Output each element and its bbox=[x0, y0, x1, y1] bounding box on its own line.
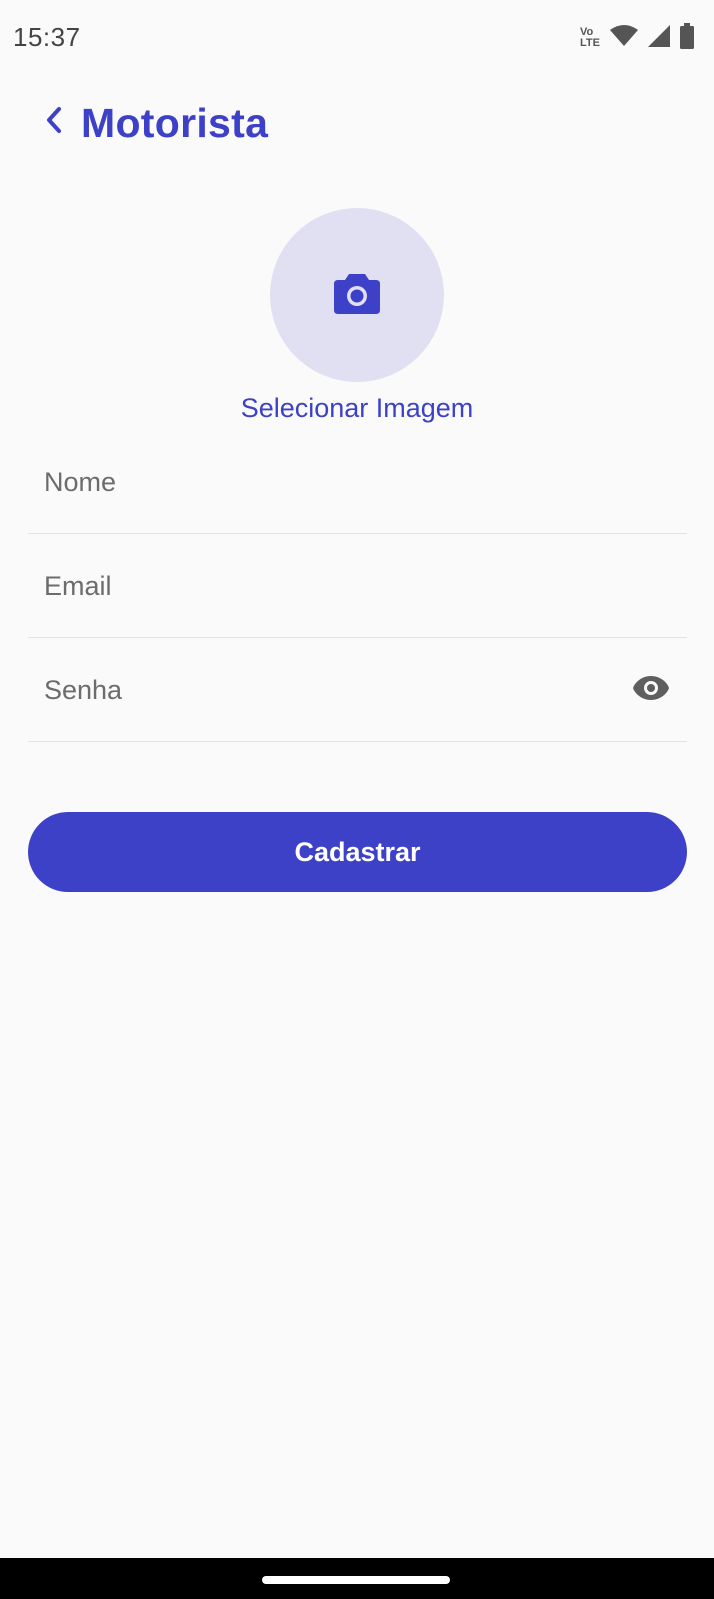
name-input[interactable] bbox=[44, 460, 604, 504]
back-button[interactable] bbox=[36, 104, 72, 140]
wifi-icon bbox=[610, 24, 638, 52]
email-input[interactable] bbox=[44, 564, 604, 608]
signal-icon bbox=[648, 24, 670, 52]
app-header: Motorista bbox=[0, 96, 714, 156]
eye-icon bbox=[632, 675, 670, 706]
avatar-picker[interactable] bbox=[270, 208, 444, 382]
status-bar: 15:37 Vo LTE bbox=[0, 0, 714, 76]
status-icons: Vo LTE bbox=[580, 22, 694, 54]
page-title: Motorista bbox=[81, 100, 269, 146]
password-visibility-toggle[interactable] bbox=[631, 672, 671, 708]
chevron-left-icon bbox=[43, 105, 65, 140]
password-field bbox=[28, 638, 687, 742]
camera-icon bbox=[334, 272, 380, 319]
navigation-bar bbox=[0, 1558, 714, 1599]
submit-button[interactable]: Cadastrar bbox=[28, 812, 687, 892]
email-field bbox=[28, 534, 687, 638]
home-indicator[interactable] bbox=[262, 1576, 450, 1584]
volte-icon: Vo LTE bbox=[580, 27, 600, 49]
battery-icon bbox=[680, 22, 694, 54]
name-field bbox=[28, 430, 687, 534]
select-image-link[interactable]: Selecionar Imagem bbox=[0, 393, 714, 424]
password-input[interactable] bbox=[44, 668, 604, 712]
volte-bottom-label: LTE bbox=[580, 37, 600, 49]
status-time: 15:37 bbox=[13, 22, 81, 52]
